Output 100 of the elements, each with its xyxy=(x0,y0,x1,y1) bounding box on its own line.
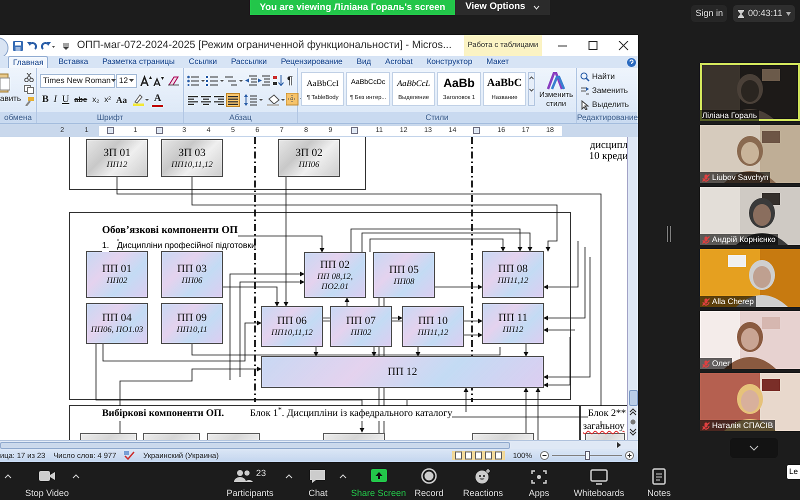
editing-button[interactable]: Выделить xyxy=(580,99,634,111)
format-button[interactable]: I xyxy=(52,92,60,106)
block-heading: Блок 2** xyxy=(588,406,626,421)
ruler-marker-icon[interactable] xyxy=(107,127,114,134)
decrease-indent-icon[interactable] xyxy=(245,75,257,86)
caret-up-icon[interactable] xyxy=(4,474,12,479)
show-marks-button[interactable]: ¶ xyxy=(286,74,294,86)
format-button[interactable]: Aa xyxy=(114,92,129,106)
save-icon[interactable] xyxy=(13,40,23,50)
grow-font-icon[interactable] xyxy=(140,75,152,86)
scissors-icon[interactable] xyxy=(24,73,34,82)
format-button[interactable]: B xyxy=(40,92,51,106)
format-button[interactable]: x₂ xyxy=(90,92,102,106)
help-icon[interactable] xyxy=(627,58,636,67)
participant-count: 23 xyxy=(256,468,266,478)
editing-button[interactable]: Заменить xyxy=(580,85,634,97)
node-note: ПП02 xyxy=(350,327,372,337)
format-button[interactable]: U xyxy=(60,92,72,106)
increase-indent-icon[interactable] xyxy=(258,75,270,86)
ribbon-tab[interactable]: Разметка страницы xyxy=(98,56,179,68)
style-sample: AaBb xyxy=(443,75,475,91)
panel-resize-handle[interactable] xyxy=(667,226,671,242)
ribbon-tab[interactable]: Конструктор xyxy=(422,56,476,68)
gallery-scroll-icon[interactable] xyxy=(528,72,536,106)
clear-formatting-icon[interactable] xyxy=(167,75,180,86)
viewing-banner: You are viewing Ліліана Гораль's screen xyxy=(250,0,456,15)
ribbon-tab[interactable]: Главная xyxy=(8,56,48,68)
bullet-list-icon[interactable] xyxy=(187,75,205,86)
next-page-icon[interactable] xyxy=(629,428,637,436)
ribbon-tab[interactable]: Рассылки xyxy=(226,56,271,68)
sort-icon[interactable] xyxy=(272,75,284,86)
line-spacing-icon[interactable] xyxy=(244,94,264,106)
ribbon-tab[interactable]: Макет xyxy=(482,56,513,68)
caret-up-icon[interactable] xyxy=(72,474,80,479)
font-color-button[interactable]: A xyxy=(152,92,164,106)
toolbar-button[interactable]: Record xyxy=(405,468,453,500)
redo-icon[interactable] xyxy=(41,40,55,50)
ribbon-tab[interactable]: Вид xyxy=(352,56,376,68)
ribbon-tab[interactable]: Acrobat xyxy=(381,56,417,68)
paste-icon[interactable] xyxy=(0,72,10,94)
node-title: ПП 07 xyxy=(346,316,376,327)
toolbar-button[interactable]: Whiteboards xyxy=(569,468,629,500)
highlight-icon[interactable] xyxy=(132,93,149,106)
toolbar-button[interactable]: Stop Video xyxy=(22,468,72,500)
scroll-thumb[interactable] xyxy=(628,390,638,406)
toolbar-button[interactable]: Chat xyxy=(297,468,339,500)
whiteboards-icon xyxy=(589,468,609,485)
print-layout-icon[interactable] xyxy=(454,451,463,460)
apps-icon xyxy=(529,468,549,485)
multilevel-list-icon[interactable] xyxy=(225,75,243,86)
view-options-button[interactable]: View Options xyxy=(455,0,550,15)
participant-name: Наталія СПАСІВ xyxy=(712,420,774,431)
share-screen-button[interactable]: Share Screen xyxy=(351,468,406,500)
draft-icon[interactable] xyxy=(494,451,503,460)
reading-layout-icon[interactable] xyxy=(464,451,473,460)
copy-icon[interactable] xyxy=(24,85,34,94)
editing-button[interactable]: Найти xyxy=(580,71,634,83)
paint-bucket-icon[interactable] xyxy=(267,94,285,106)
caret-up-icon[interactable] xyxy=(339,474,347,479)
previous-page-icon[interactable] xyxy=(629,408,637,416)
spelling-icon[interactable] xyxy=(124,451,136,460)
toolbar-button[interactable]: Notes xyxy=(639,468,679,500)
zoom-slider-thumb[interactable] xyxy=(584,451,590,460)
font-name-dropdown[interactable]: Times New Roman xyxy=(40,74,115,88)
ruler-marker-icon[interactable] xyxy=(156,127,164,134)
caret-up-icon[interactable] xyxy=(285,474,293,479)
font-size-dropdown[interactable]: 12 xyxy=(116,74,137,88)
paste-label[interactable]: авить xyxy=(0,94,21,103)
node-note: ПП 08,12, ПО2.01 xyxy=(316,270,354,290)
numbered-list-icon[interactable] xyxy=(206,75,224,86)
browse-object-icon[interactable] xyxy=(629,418,637,426)
toolbar-button[interactable]: Reactions xyxy=(457,468,509,500)
outline-icon[interactable] xyxy=(484,451,493,460)
brush-icon[interactable] xyxy=(24,97,34,106)
node-title: ЗП 03 xyxy=(178,148,206,158)
node-title: ЗП 02 xyxy=(295,148,323,158)
zoom-in-icon[interactable] xyxy=(625,451,634,460)
sign-in-button[interactable]: Sign in xyxy=(691,5,727,22)
ruler-marker-icon[interactable] xyxy=(351,127,358,134)
ribbon-tab[interactable]: Рецензирование xyxy=(276,56,347,68)
share-icon xyxy=(368,468,389,485)
zoom-out-icon[interactable] xyxy=(540,451,549,460)
customize-icon[interactable] xyxy=(63,42,69,50)
scroll-thumb[interactable] xyxy=(0,442,510,448)
vertical-scrollbar[interactable] xyxy=(627,137,638,440)
block-note: загальноу xyxy=(583,420,625,434)
align-button[interactable] xyxy=(226,92,240,106)
shrink-font-icon[interactable] xyxy=(153,75,164,86)
ribbon-tab[interactable]: Вставка xyxy=(54,56,92,68)
toolbar-button[interactable]: 23 Participants xyxy=(215,468,285,500)
group-label: Абзац xyxy=(184,112,297,123)
toolbar-button[interactable]: Apps xyxy=(519,468,559,500)
undo-icon[interactable] xyxy=(27,40,37,50)
group-label: Редактирование xyxy=(577,112,637,123)
ruler-marker-icon[interactable] xyxy=(473,127,480,134)
ribbon-tab[interactable]: Ссылки xyxy=(184,56,221,68)
horizontal-scrollbar[interactable] xyxy=(0,440,638,449)
format-button[interactable]: x² xyxy=(102,92,113,106)
web-layout-icon[interactable] xyxy=(474,451,483,460)
list-number: 1. xyxy=(102,239,110,252)
